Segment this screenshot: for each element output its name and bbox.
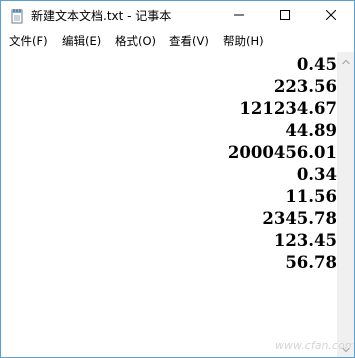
text-line[interactable]: 123.45 xyxy=(228,230,337,252)
text-editor[interactable]: 0.45 223.56 121234.67 44.89 2000456.01 0… xyxy=(1,52,337,357)
editor-content[interactable]: 0.45 223.56 121234.67 44.89 2000456.01 0… xyxy=(228,54,337,274)
menu-edit[interactable]: 编辑(E) xyxy=(62,31,101,51)
menu-view[interactable]: 查看(V) xyxy=(169,31,209,51)
minimize-icon xyxy=(234,7,244,25)
close-icon xyxy=(325,7,337,25)
text-line[interactable]: 223.56 xyxy=(228,76,337,98)
window-title: 新建文本文档.txt - 记事本 xyxy=(31,9,172,23)
svg-text:www.cfan.com.cn: www.cfan.com.cn xyxy=(275,339,353,352)
menu-file[interactable]: 文件(F) xyxy=(9,31,48,51)
menu-help[interactable]: 帮助(H) xyxy=(223,31,264,51)
close-button[interactable] xyxy=(308,1,354,31)
watermark-logo: www.cfan.com.cn xyxy=(273,335,354,353)
maximize-button[interactable] xyxy=(262,1,308,31)
text-line[interactable]: 0.34 xyxy=(228,164,337,186)
minimize-button[interactable] xyxy=(216,1,262,31)
maximize-icon xyxy=(280,7,290,25)
title-bar[interactable]: 新建文本文档.txt - 记事本 xyxy=(1,1,354,31)
notepad-icon[interactable] xyxy=(9,8,25,24)
scroll-up-arrow-icon xyxy=(341,52,350,70)
scroll-up-button[interactable] xyxy=(337,52,354,69)
text-line[interactable]: 2000456.01 xyxy=(228,142,337,164)
notepad-window: 新建文本文档.txt - 记事本 文件(F) 编辑(E) 格式(O) 查看(V)… xyxy=(0,0,355,358)
text-line[interactable]: 56.78 xyxy=(228,252,337,274)
text-line[interactable]: 44.89 xyxy=(228,120,337,142)
menu-bar: 文件(F) 编辑(E) 格式(O) 查看(V) 帮助(H) xyxy=(1,31,354,51)
vertical-scrollbar[interactable] xyxy=(337,52,354,357)
text-line[interactable]: 2345.78 xyxy=(228,208,337,230)
text-line[interactable]: 121234.67 xyxy=(228,98,337,120)
text-line[interactable]: 0.45 xyxy=(228,54,337,76)
text-line[interactable]: 11.56 xyxy=(228,186,337,208)
menu-format[interactable]: 格式(O) xyxy=(115,31,156,51)
